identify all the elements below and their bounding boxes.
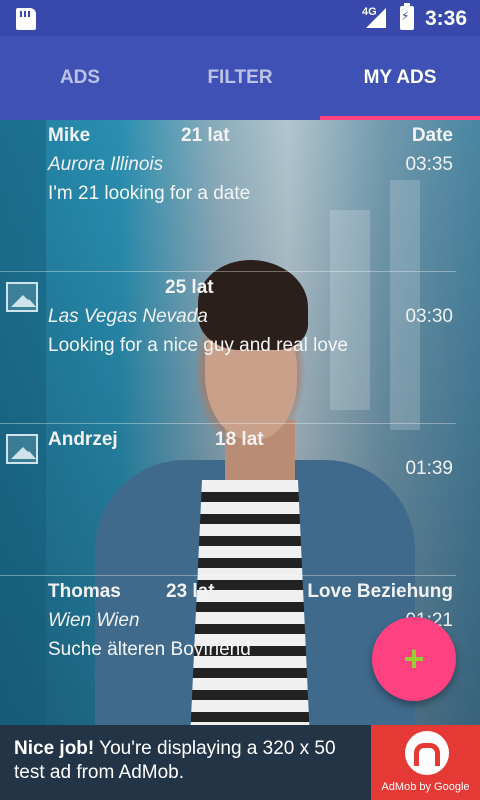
ad-location: Aurora Illinois bbox=[48, 154, 164, 175]
image-icon bbox=[6, 282, 38, 312]
ad-banner[interactable]: Nice job! You're displaying a 320 x 50 t… bbox=[0, 725, 480, 800]
list-item[interactable]: 25 lat Las Vegas Nevada 03:30 Looking fo… bbox=[0, 272, 456, 424]
status-clock: 3:36 bbox=[425, 7, 468, 30]
ad-category: Love Beziehung bbox=[307, 581, 453, 602]
admob-logo-icon bbox=[405, 731, 449, 775]
ad-location: Wien Wien bbox=[48, 610, 140, 631]
ad-location: Las Vegas Nevada bbox=[48, 306, 208, 327]
ad-age: 18 lat bbox=[215, 429, 264, 450]
add-icon: + bbox=[403, 638, 425, 679]
sd-card-icon bbox=[16, 8, 36, 30]
image-icon bbox=[6, 434, 38, 464]
admob-badge[interactable]: AdMob by Google bbox=[371, 725, 480, 800]
ad-banner-bold: Nice job! bbox=[14, 738, 95, 759]
add-ad-button[interactable]: + bbox=[372, 617, 456, 701]
ad-age: 21 lat bbox=[181, 125, 230, 146]
ad-time: 03:30 bbox=[405, 306, 453, 327]
ad-message: Looking for a nice guy and real love bbox=[48, 335, 348, 356]
status-bar: 4G 3:36 bbox=[0, 0, 480, 36]
ad-time: 03:35 bbox=[405, 154, 453, 175]
tab-ads[interactable]: ADS bbox=[0, 36, 160, 120]
tab-filter[interactable]: FILTER bbox=[160, 36, 320, 120]
ad-message: Suche älteren Boyfriend bbox=[48, 639, 251, 660]
ad-age: 25 lat bbox=[165, 277, 214, 298]
ad-age: 23 lat bbox=[166, 581, 215, 602]
ad-message: I'm 21 looking for a date bbox=[48, 183, 251, 204]
admob-label: AdMob by Google bbox=[381, 781, 470, 793]
ad-name: Andrzej bbox=[48, 429, 118, 450]
ad-name: Mike bbox=[48, 125, 91, 146]
ad-banner-text: Nice job! You're displaying a 320 x 50 t… bbox=[14, 737, 364, 785]
tab-my-ads[interactable]: MY ADS bbox=[320, 36, 480, 120]
tab-bar: ADS FILTER MY ADS bbox=[0, 36, 480, 120]
ad-time: 01:39 bbox=[405, 458, 453, 479]
list-item[interactable]: Mike 21 lat Date Aurora Illinois 03:35 I… bbox=[0, 120, 456, 272]
ad-category: Date bbox=[411, 125, 453, 146]
ad-name: Thomas bbox=[48, 581, 121, 602]
battery-charging-icon bbox=[400, 3, 414, 30]
signal-icon bbox=[366, 8, 386, 28]
list-item[interactable]: Andrzej 18 lat 01:39 bbox=[0, 424, 456, 576]
